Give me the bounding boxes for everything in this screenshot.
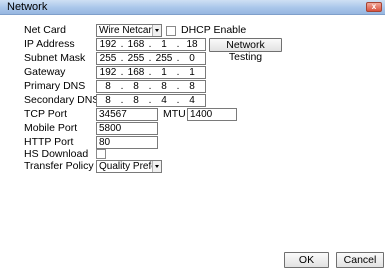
title-bar: Network x [0, 0, 385, 15]
ip-address-label: IP Address [24, 38, 75, 50]
close-icon: x [371, 2, 377, 11]
secondary-dns-octet-4: 4 [189, 95, 195, 106]
tcp-port-input[interactable]: 34567 [96, 108, 158, 121]
ip-octet-2: 168 [127, 39, 145, 50]
transfer-policy-select[interactable]: Quality Prefe [96, 160, 162, 173]
tcp-port-label: TCP Port [24, 108, 67, 120]
primary-dns-octet-1: 8 [105, 81, 111, 92]
window-title: Network [7, 1, 48, 13]
subnet-octet-3: 255 [155, 53, 173, 64]
hs-download-checkbox[interactable] [96, 149, 106, 159]
net-card-label: Net Card [24, 24, 67, 36]
secondary-dns-octet-1: 8 [105, 95, 111, 106]
primary-dns-octet-4: 8 [189, 81, 195, 92]
mtu-label: MTU [163, 108, 186, 120]
chevron-down-icon [152, 161, 161, 172]
cancel-button[interactable]: Cancel [336, 252, 384, 268]
ip-octet-4: 18 [186, 39, 198, 50]
subnet-mask-label: Subnet Mask [24, 52, 86, 64]
network-dialog: Network x Net Card Wire Netcard DHCP Ena… [0, 0, 385, 269]
net-card-select[interactable]: Wire Netcard [96, 24, 162, 37]
mobile-port-label: Mobile Port [24, 122, 78, 134]
ok-button[interactable]: OK [284, 252, 329, 268]
network-testing-button[interactable]: Network Testing [209, 38, 282, 63]
transfer-policy-label: Transfer Policy [24, 160, 94, 172]
primary-dns-field[interactable]: 8 . 8 . 8 . 8 [96, 80, 206, 93]
gateway-octet-1: 192 [99, 67, 117, 78]
gateway-octet-4: 1 [189, 67, 195, 78]
subnet-mask-field[interactable]: 255 . 255 . 255 . 0 [96, 52, 206, 65]
gateway-label: Gateway [24, 66, 66, 78]
http-port-label: HTTP Port [24, 136, 74, 148]
ip-octet-1: 192 [99, 39, 117, 50]
secondary-dns-field[interactable]: 8 . 8 . 4 . 4 [96, 94, 206, 107]
chevron-down-icon [152, 25, 161, 36]
subnet-octet-1: 255 [99, 53, 117, 64]
primary-dns-octet-3: 8 [161, 81, 167, 92]
dhcp-enable-checkbox[interactable] [166, 26, 176, 36]
mtu-input[interactable]: 1400 [187, 108, 237, 121]
close-button[interactable]: x [366, 2, 382, 12]
mobile-port-input[interactable]: 5800 [96, 122, 158, 135]
subnet-octet-2: 255 [127, 53, 145, 64]
primary-dns-octet-2: 8 [133, 81, 139, 92]
dhcp-enable-label: DHCP Enable [181, 24, 247, 36]
ip-address-field[interactable]: 192 . 168 . 1 . 18 [96, 38, 206, 51]
secondary-dns-octet-2: 8 [133, 95, 139, 106]
gateway-octet-3: 1 [161, 67, 167, 78]
primary-dns-label: Primary DNS [24, 80, 86, 92]
secondary-dns-label: Secondary DNS [24, 94, 100, 106]
hs-download-label: HS Download [24, 148, 89, 160]
gateway-octet-2: 168 [127, 67, 145, 78]
gateway-field[interactable]: 192 . 168 . 1 . 1 [96, 66, 206, 79]
subnet-octet-4: 0 [189, 53, 195, 64]
secondary-dns-octet-3: 4 [161, 95, 167, 106]
http-port-input[interactable]: 80 [96, 136, 158, 149]
ip-octet-3: 1 [161, 39, 167, 50]
